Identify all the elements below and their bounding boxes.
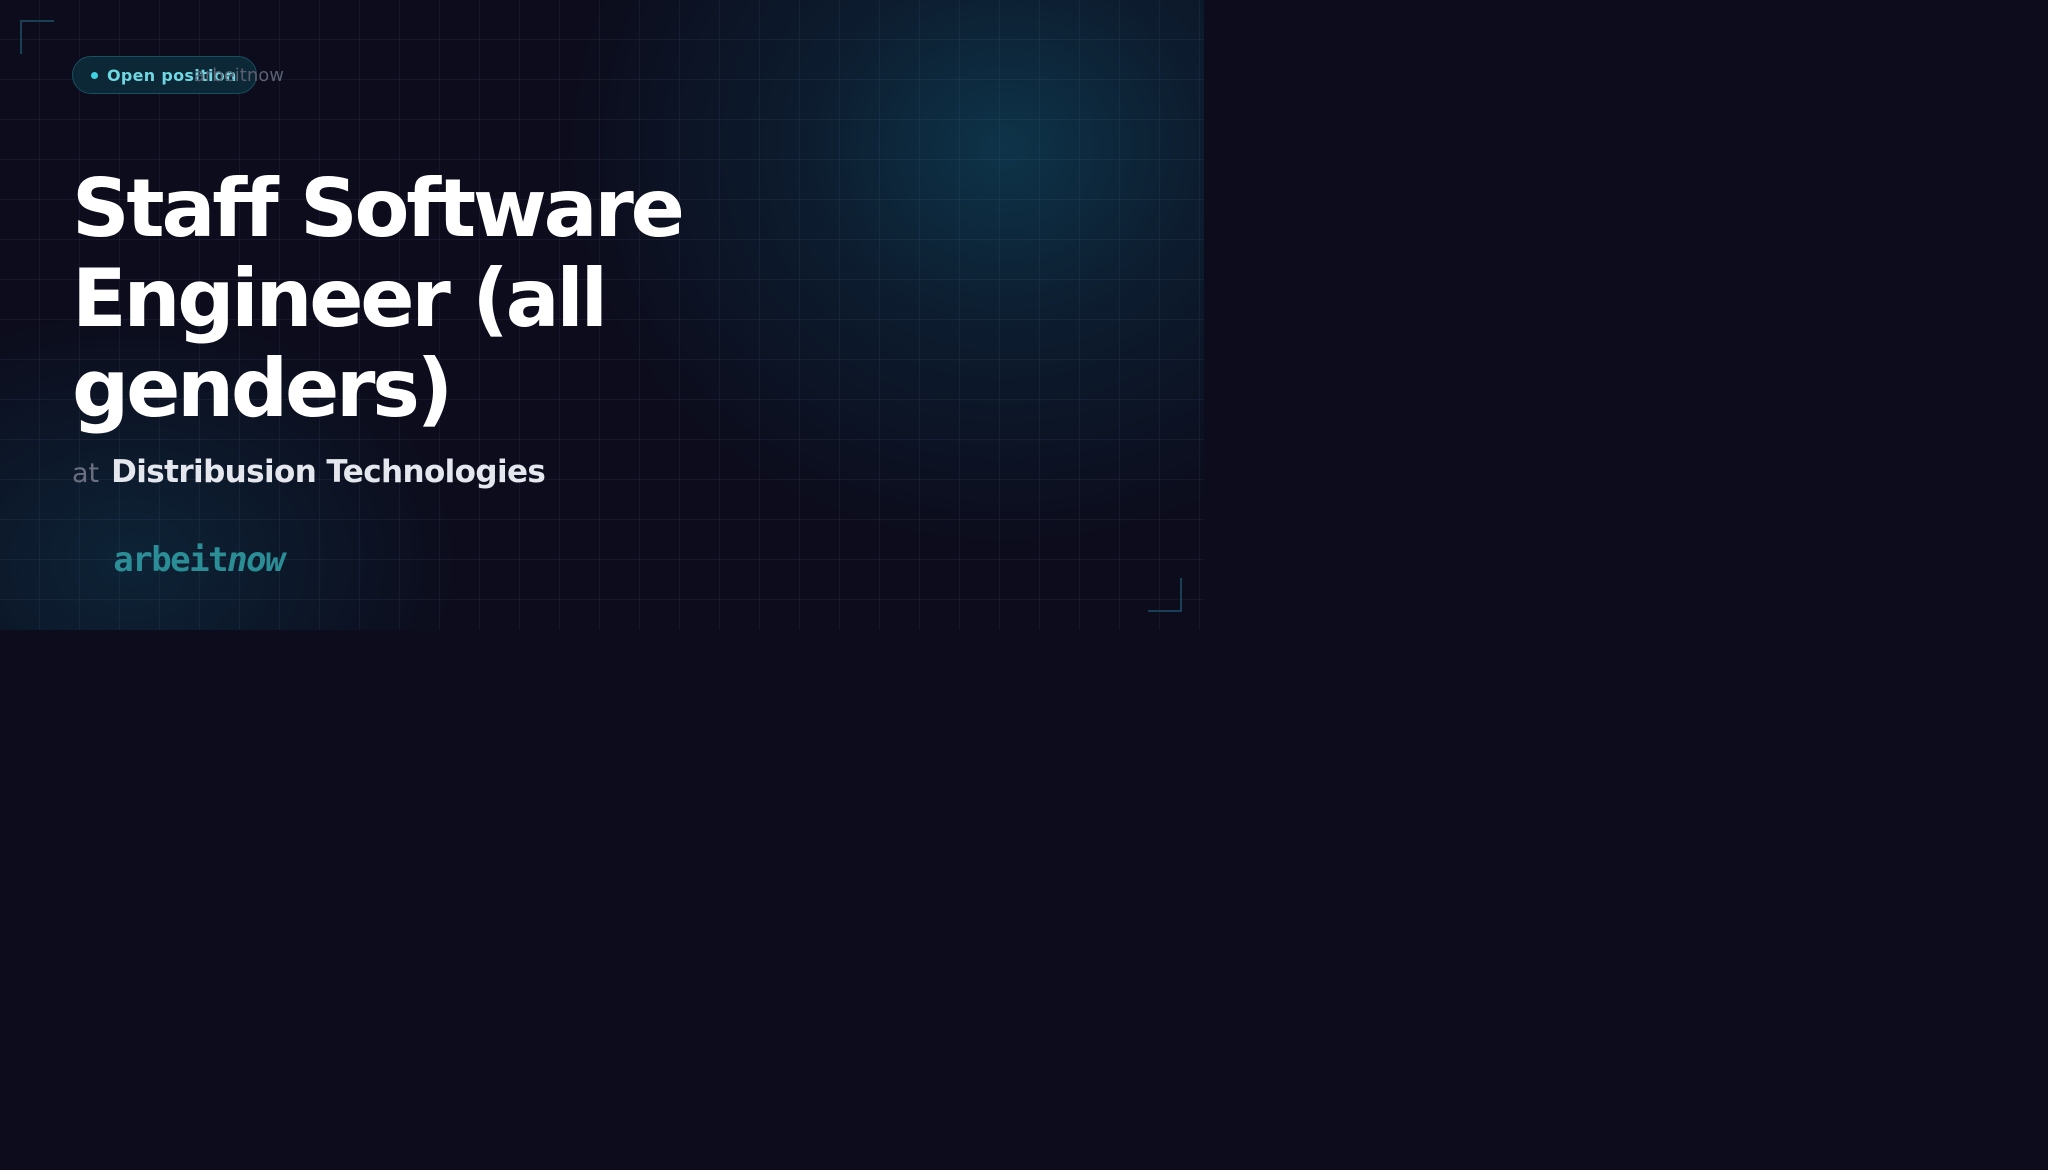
job-title: Staff Software Engineer (all genders) <box>72 162 685 435</box>
status-dot-icon <box>91 71 98 79</box>
logo-text-italic: now <box>227 540 285 580</box>
corner-bracket-top-left <box>20 20 54 54</box>
job-card: Open position arbeitnow Staff Software E… <box>0 0 1204 630</box>
company-prefix: at <box>72 458 100 489</box>
logo-text-plain: arbeit <box>113 540 228 580</box>
site-label: arbeitnow <box>193 65 284 86</box>
company-line: at Distribusion Technologies <box>72 454 546 490</box>
company-name: Distribusion Technologies <box>111 454 546 490</box>
arbeitnow-logo: arbeitnow <box>113 540 285 580</box>
corner-bracket-bottom-right <box>1148 578 1182 612</box>
